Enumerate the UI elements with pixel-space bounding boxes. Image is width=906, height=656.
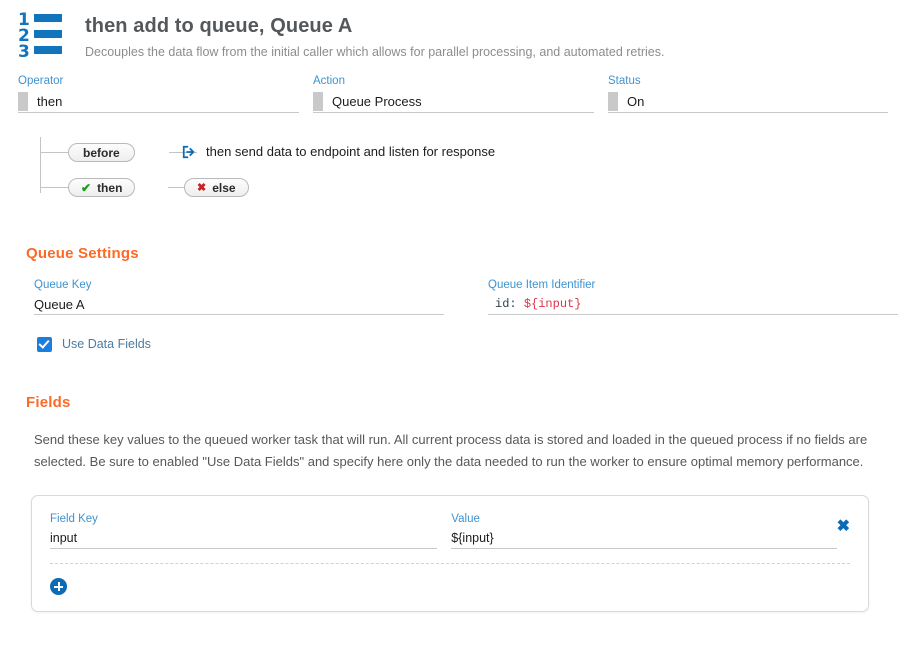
page-subtitle: Decouples the data flow from the initial…	[85, 45, 665, 59]
action-label: Action	[313, 75, 345, 87]
identifier-key-text: id:	[495, 297, 517, 311]
fields-card: Field Key input Value ${input} ✖	[31, 495, 869, 612]
identifier-variable-text: ${input}	[523, 297, 582, 311]
status-swatch-icon	[608, 91, 618, 111]
queue-settings-heading: Queue Settings	[26, 245, 139, 262]
list-bar-1	[34, 14, 62, 22]
then-pill[interactable]: ✔ then	[68, 178, 136, 197]
numbered-list-icon: 1 2 3	[18, 12, 64, 62]
field-key-cell[interactable]: Field Key input	[50, 512, 438, 549]
page-title: then add to queue, Queue A	[85, 15, 353, 37]
operator-control[interactable]: then	[18, 90, 299, 113]
list-numeral-3: 3	[18, 42, 30, 62]
operator-value: then	[37, 93, 63, 109]
operator-swatch-icon	[18, 91, 28, 111]
queue-item-identifier-input[interactable]: id: ${input}	[488, 295, 898, 315]
check-icon: ✔	[81, 180, 92, 195]
flow-trunk-line	[40, 137, 41, 193]
queue-settings-grid: Queue Key Queue A Queue Item Identifier …	[0, 262, 906, 315]
fields-heading: Fields	[26, 394, 71, 411]
cross-icon: ✖	[197, 181, 207, 194]
field-value-label: Value	[451, 513, 480, 525]
add-field-button[interactable]	[50, 578, 67, 595]
field-row: Field Key input Value ${input} ✖	[50, 512, 850, 564]
action-swatch-icon	[313, 91, 323, 111]
then-pill-label: then	[97, 180, 123, 195]
operator-field[interactable]: Operator then	[18, 74, 299, 113]
operator-label: Operator	[18, 75, 64, 87]
action-control[interactable]: Queue Process	[313, 90, 594, 113]
queue-item-identifier-field[interactable]: Queue Item Identifier id: ${input}	[488, 278, 898, 315]
queue-key-field[interactable]: Queue Key Queue A	[34, 278, 444, 315]
flow-connector-line-2	[168, 187, 184, 188]
add-field-row	[50, 564, 850, 595]
field-key-label: Field Key	[50, 513, 98, 525]
use-data-fields-row[interactable]: Use Data Fields	[0, 315, 906, 352]
status-value: On	[627, 93, 645, 109]
flow-branch-line-2	[40, 187, 68, 188]
before-pill-label: before	[83, 145, 120, 160]
flow-action-text: then send data to endpoint and listen fo…	[206, 144, 496, 159]
field-value-cell[interactable]: Value ${input}	[451, 512, 837, 549]
action-field[interactable]: Action Queue Process	[313, 74, 594, 113]
action-value: Queue Process	[332, 93, 422, 109]
list-bar-3	[34, 46, 62, 54]
else-pill[interactable]: ✖ else	[184, 178, 249, 197]
page-header: 1 2 3 then add to queue, Queue A Decoupl…	[0, 0, 906, 62]
remove-field-button[interactable]: ✖	[837, 519, 850, 549]
arrow-right-from-bracket-icon	[182, 145, 196, 159]
flow-branch-line-1	[40, 152, 68, 153]
use-data-fields-checkbox[interactable]	[37, 337, 52, 352]
top-fields-row: Operator then Action Queue Process Statu…	[0, 62, 906, 113]
queue-key-label: Queue Key	[34, 279, 92, 291]
status-label: Status	[608, 75, 641, 87]
else-pill-label: else	[212, 180, 236, 195]
list-bar-2	[34, 30, 62, 38]
flow-diagram: before ✔ then ✖ else then send data to e…	[40, 133, 560, 203]
before-pill[interactable]: before	[68, 143, 135, 162]
flow-action-item[interactable]: then send data to endpoint and listen fo…	[182, 144, 495, 160]
use-data-fields-label: Use Data Fields	[62, 337, 151, 351]
status-control[interactable]: On	[608, 90, 888, 113]
field-key-input[interactable]: input	[50, 529, 438, 549]
fields-description: Send these key values to the queued work…	[34, 432, 868, 469]
header-text-group: then add to queue, Queue A Decouples the…	[85, 10, 664, 60]
queue-key-input[interactable]: Queue A	[34, 295, 444, 315]
status-field[interactable]: Status On	[608, 74, 888, 113]
queue-item-identifier-label: Queue Item Identifier	[488, 279, 596, 291]
field-value-input[interactable]: ${input}	[451, 529, 837, 549]
